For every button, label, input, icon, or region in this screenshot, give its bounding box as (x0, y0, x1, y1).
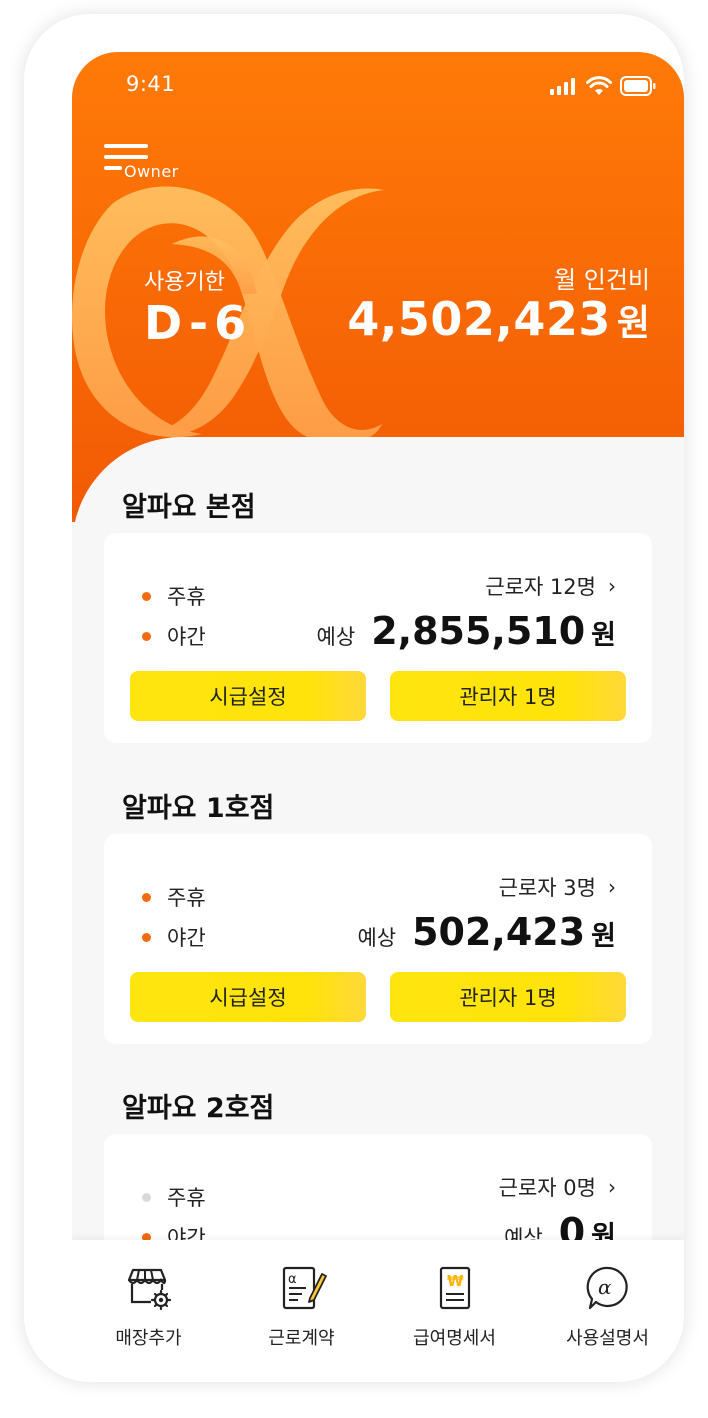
estimate: 예상 2,855,510 원 (317, 609, 616, 653)
workers-link[interactable]: 근로자 12명 › (485, 571, 616, 601)
hamburger-line (104, 166, 122, 170)
manager-button[interactable]: 관리자 1명 (390, 972, 626, 1022)
estimate-unit: 원 (591, 921, 616, 952)
estimate-label: 예상 (357, 926, 397, 950)
store-settings-icon (127, 1268, 171, 1311)
estimate-unit: 원 (591, 620, 616, 651)
hamburger-line (104, 155, 148, 159)
tab-label: 급여명세서 (413, 1328, 496, 1349)
estimate-value: 2,855,510 (371, 609, 586, 653)
workers-link[interactable]: 근로자 3명 › (499, 872, 616, 902)
store-card[interactable]: 주휴 야간 근로자 12명 › 예상 2,855,510 원 시급설정 관리자 … (104, 533, 652, 743)
tab-contract[interactable]: α 근로계약 (225, 1240, 378, 1358)
estimate-value: 502,423 (412, 910, 586, 954)
owner-label: Owner (124, 162, 179, 181)
app-screen: 9:41 Owner 사용기한 D-6 월 인건비 4,502,423 원 알파… (72, 52, 684, 1358)
phone-frame: 9:41 Owner 사용기한 D-6 월 인건비 4,502,423 원 알파… (24, 14, 684, 1382)
store-title: 알파요 2호점 (122, 1093, 275, 1124)
tag-label: 주휴 (167, 1186, 206, 1210)
tag-night: 야간 (142, 621, 206, 651)
workers-link[interactable]: 근로자 0명 › (499, 1172, 616, 1202)
tab-add-store[interactable]: 매장추가 (72, 1240, 225, 1358)
store-title: 알파요 본점 (122, 492, 256, 523)
tag-dot (142, 591, 151, 601)
status-time: 9:41 (126, 72, 176, 96)
svg-text:α: α (288, 1272, 297, 1287)
status-bar: 9:41 (72, 52, 684, 118)
wage-settings-button[interactable]: 시급설정 (130, 972, 366, 1022)
manager-button[interactable]: 관리자 1명 (390, 671, 626, 721)
monthly-cost-unit: 원 (616, 303, 650, 344)
bottom-tab-bar: 매장추가 α 근로계약 ₩ 급여명세서 α 사용설명서 (72, 1240, 684, 1358)
monthly-cost-label: 월 인건비 (554, 266, 650, 294)
alpha-guide-icon: α (586, 1266, 628, 1310)
signal-icon (550, 78, 575, 95)
tag-dot (142, 892, 151, 902)
tab-label: 근로계약 (268, 1328, 335, 1349)
tag-night: 야간 (142, 922, 206, 952)
pay-slip-icon: ₩ (439, 1266, 470, 1310)
tag-label: 야간 (167, 625, 206, 649)
tab-label: 매장추가 (115, 1328, 182, 1349)
tag-dot (142, 1192, 151, 1202)
battery-icon (620, 76, 656, 96)
tab-label: 사용설명서 (566, 1328, 649, 1349)
wifi-icon (586, 76, 612, 95)
tag-dot (142, 631, 151, 641)
tab-user-guide[interactable]: α 사용설명서 (531, 1240, 684, 1358)
monthly-cost: 4,502,423 원 (347, 292, 650, 346)
svg-text:₩: ₩ (447, 1272, 464, 1290)
status-icons (550, 76, 656, 96)
tag-label: 주휴 (167, 886, 206, 910)
store-card[interactable]: 주휴 야간 근로자 3명 › 예상 502,423 원 시급설정 관리자 1명 (104, 834, 652, 1044)
workers-count: 근로자 0명 (498, 1176, 596, 1200)
contract-sign-icon: α (282, 1266, 327, 1310)
svg-text:α: α (598, 1275, 612, 1299)
store-list: 알파요 본점 주휴 야간 근로자 12명 › 예상 2,855,510 원 시급… (72, 437, 684, 1358)
workers-count: 근로자 3명 (498, 876, 596, 900)
store-title: 알파요 1호점 (122, 793, 275, 824)
chevron-right-icon: › (608, 574, 616, 598)
workers-count: 근로자 12명 (485, 575, 596, 599)
tag-weekly-holiday: 주휴 (142, 882, 206, 912)
tag-weekly-holiday: 주휴 (142, 1182, 206, 1212)
tag-dot (142, 932, 151, 942)
tag-label: 주휴 (167, 585, 206, 609)
wage-settings-button[interactable]: 시급설정 (130, 671, 366, 721)
chevron-right-icon: › (608, 875, 616, 899)
chevron-right-icon: › (608, 1175, 616, 1199)
estimate: 예상 502,423 원 (357, 910, 616, 954)
tag-label: 야간 (167, 926, 206, 950)
deadline-value: D-6 (144, 296, 253, 350)
hamburger-icon (104, 144, 148, 148)
menu-button[interactable]: Owner (102, 142, 192, 184)
deadline-label: 사용기한 (144, 270, 225, 295)
tab-pay-slip[interactable]: ₩ 급여명세서 (378, 1240, 531, 1358)
estimate-label: 예상 (316, 625, 356, 649)
tag-weekly-holiday: 주휴 (142, 581, 206, 611)
monthly-cost-value: 4,502,423 (347, 292, 611, 346)
